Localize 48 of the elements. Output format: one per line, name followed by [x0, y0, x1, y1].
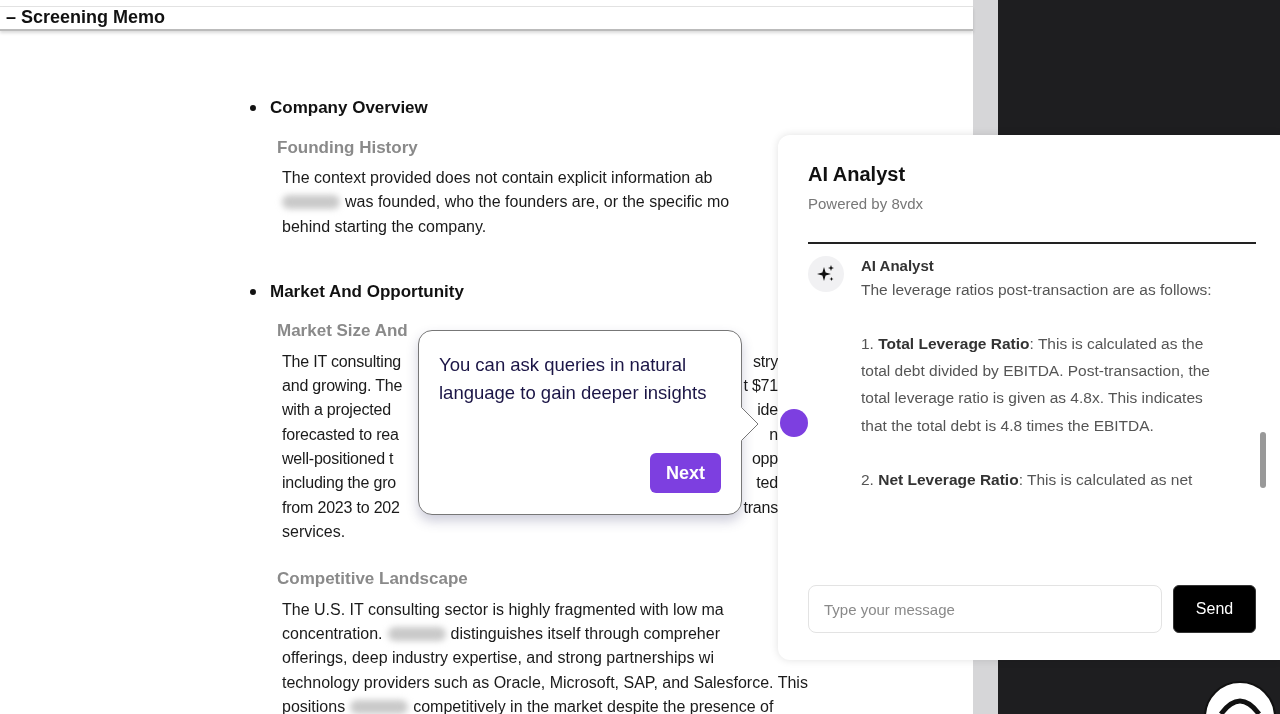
paragraph-text: behind starting the company. [282, 216, 487, 237]
paragraph-text: well-positioned t [282, 449, 394, 470]
scrollbar-track [973, 660, 998, 714]
blurred-text [350, 700, 409, 714]
paragraph-text: forecasted to rea [282, 424, 399, 445]
blurred-text [387, 627, 446, 642]
section-heading: Company Overview [270, 97, 428, 119]
message-sender: AI Analyst [861, 255, 935, 276]
paragraph-text: The IT consulting [282, 351, 402, 372]
paragraph-text: including the gro [282, 473, 396, 494]
paragraph-text: opp [751, 449, 778, 470]
scrollbar-thumb[interactable] [1260, 432, 1266, 488]
panel-subtitle: Powered by 8vdx [808, 194, 925, 214]
paragraph-text: was founded, who the founders are, or the specific mo [345, 192, 730, 213]
paragraph-text: trans [743, 497, 778, 518]
sparkle-icon [816, 263, 836, 284]
paragraph-text: distinguishes itself through compreher [450, 624, 720, 645]
paragraph-text: concentration. [282, 624, 383, 645]
tooltip-text: You can ask queries in natural language to gain deeper insights [439, 353, 708, 405]
message-text: 2. Net Leverage Ratio: This is calculated as net [861, 470, 1194, 490]
message-input[interactable]: Type your message [808, 585, 1162, 633]
next-button[interactable]: Next [650, 453, 721, 493]
paragraph-text: The context provided does not contain explicit information ab [282, 168, 713, 188]
message-text: 1. Total Leverage Ratio: This is calculated as the total debt divided by EBITDA. Post-transaction, the total leverage ratio is given as 4.8x. This indicates that the total debt is 4.8 times the EBITDA. [861, 333, 1211, 436]
message-text: The leverage ratios post-transaction are as follows: [861, 279, 1213, 300]
paragraph-text: t $71 [743, 376, 778, 397]
paragraph-text: from 2023 to 202 [282, 497, 400, 518]
bullet-icon [250, 104, 256, 111]
paragraph-text: and growing. The [282, 376, 403, 397]
paragraph-text: services. [282, 521, 346, 542]
paragraph-text: ide [757, 400, 778, 421]
paragraph-text: with a projected [282, 400, 391, 421]
section-heading: Market And Opportunity [270, 280, 464, 303]
subsection-heading: Market Size And [277, 320, 408, 343]
send-button[interactable]: Send [1173, 585, 1256, 633]
memo-title: – Screening Memo [5, 7, 166, 28]
paragraph-text: ted [756, 473, 778, 494]
paragraph-text: The U.S. IT consulting sector is highly fragmented with low ma [282, 599, 724, 620]
bullet-icon [250, 288, 256, 295]
paragraph-text: n [769, 424, 778, 445]
paragraph-text: offerings, deep industry expertise, and strong partnerships wi [282, 648, 714, 669]
blurred-text [282, 195, 340, 210]
paragraph-text: technology providers such as Oracle, Microsoft, SAP, and Salesforce. This [282, 672, 808, 693]
paragraph-text: stry [753, 351, 778, 372]
logo-icon [1203, 680, 1277, 714]
subsection-heading: Competitive Landscape [277, 568, 468, 591]
panel-title: AI Analyst [808, 162, 907, 187]
subsection-heading: Founding History [277, 136, 418, 159]
